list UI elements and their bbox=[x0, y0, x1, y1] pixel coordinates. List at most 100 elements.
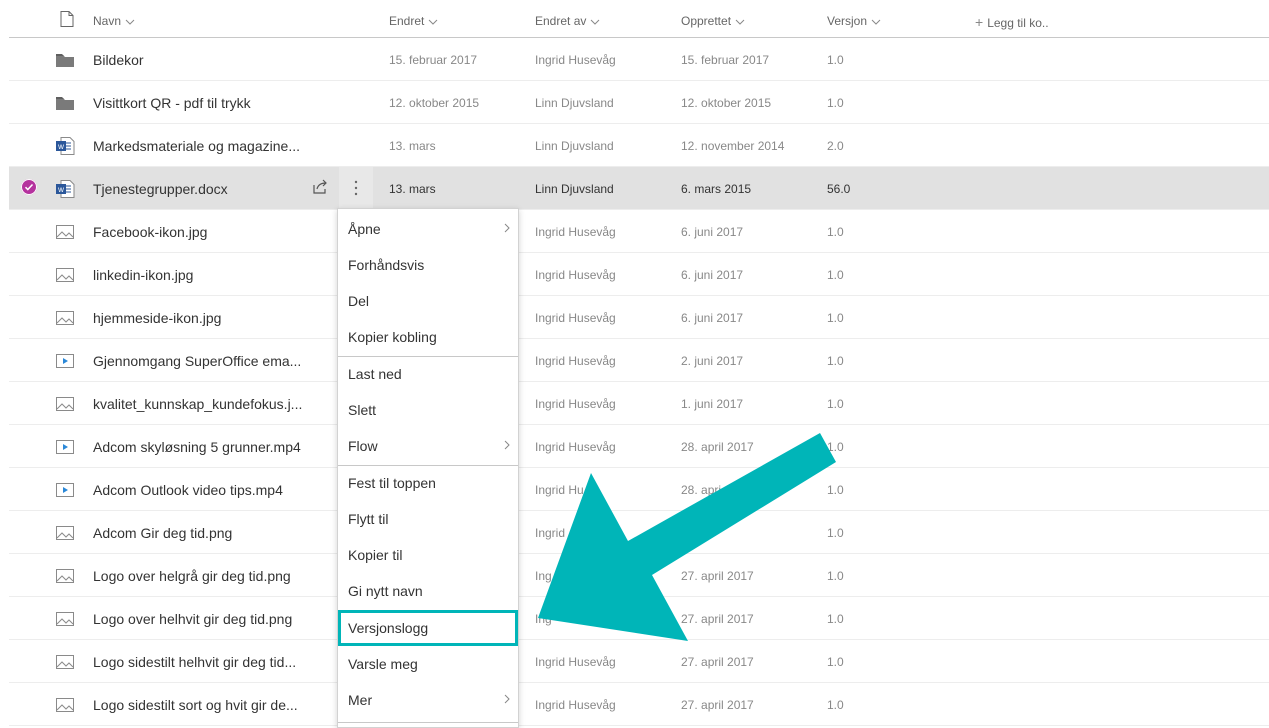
svg-text:w: w bbox=[57, 142, 64, 151]
file-name[interactable]: Logo sidestilt helhvit gir deg tid... bbox=[93, 654, 296, 670]
menu-item-last-ned[interactable]: Last ned bbox=[338, 356, 518, 392]
modified-by[interactable]: Ingrid Husevåg bbox=[535, 53, 616, 67]
menu-item-åpne[interactable]: Åpne bbox=[338, 211, 518, 247]
menu-item-label: Mer bbox=[348, 692, 373, 708]
version: 1.0 bbox=[827, 354, 844, 368]
menu-item-mer[interactable]: Mer bbox=[338, 682, 518, 718]
share-icon[interactable] bbox=[312, 179, 328, 195]
menu-item-del[interactable]: Del bbox=[338, 283, 518, 319]
menu-item-varsle-meg[interactable]: Varsle meg bbox=[338, 646, 518, 682]
word-doc-icon: w bbox=[55, 137, 75, 155]
plus-icon: + bbox=[975, 14, 984, 30]
column-modified[interactable]: Endret bbox=[389, 14, 438, 28]
file-name[interactable]: kvalitet_kunnskap_kundefokus.j... bbox=[93, 396, 302, 412]
menu-item-gi-nytt-navn[interactable]: Gi nytt navn bbox=[338, 573, 518, 609]
table-row[interactable]: Adcom skyløsning 5 grunner.mp4 Ingrid Hus… bbox=[9, 425, 1269, 468]
created-date: 27. april 2017 bbox=[681, 612, 754, 626]
menu-item-label: Flytt til bbox=[348, 511, 389, 527]
file-name[interactable]: Adcom Gir deg tid.png bbox=[93, 525, 232, 541]
created-date: 15. februar 2017 bbox=[681, 53, 770, 67]
file-name[interactable]: Bildekor bbox=[93, 52, 144, 68]
version: 1.0 bbox=[827, 225, 844, 239]
file-name[interactable]: Adcom Outlook video tips.mp4 bbox=[93, 482, 283, 498]
created-date: 2. juni 2017 bbox=[681, 354, 744, 368]
modified-by[interactable]: Linn Djuvsland bbox=[535, 96, 614, 110]
selected-checkmark-icon[interactable] bbox=[21, 179, 37, 195]
menu-item-kopier-til[interactable]: Kopier til bbox=[338, 537, 518, 573]
menu-item-forhåndsvis[interactable]: Forhåndsvis bbox=[338, 247, 518, 283]
created-date: 28. apri bbox=[681, 483, 722, 497]
menu-item-flow[interactable]: Flow bbox=[338, 428, 518, 464]
created-date: 6. juni 2017 bbox=[681, 268, 744, 282]
table-row[interactable]: w Markedsmateriale og magazine... 13. mars… bbox=[9, 124, 1269, 167]
add-column-label: Legg til ko.. bbox=[987, 16, 1049, 30]
file-name[interactable]: Visittkort QR - pdf til trykk bbox=[93, 95, 251, 111]
file-name[interactable]: Logo sidestilt sort og hvit gir de... bbox=[93, 697, 298, 713]
modified-by[interactable]: Ing bbox=[535, 612, 552, 626]
file-name[interactable]: Gjennomgang SuperOffice ema... bbox=[93, 353, 301, 369]
menu-item-label: Forhåndsvis bbox=[348, 257, 425, 273]
column-created[interactable]: Opprettet bbox=[681, 14, 745, 28]
menu-item-kopier-kobling[interactable]: Kopier kobling bbox=[338, 319, 518, 355]
more-vertical-icon bbox=[354, 180, 358, 196]
modified-by[interactable]: Ingrid Husevåg bbox=[535, 225, 616, 239]
image-icon bbox=[55, 610, 75, 628]
table-row[interactable]: linkedin-ikon.jpg Ingrid Husevåg 6. juni 2… bbox=[9, 253, 1269, 296]
image-icon bbox=[55, 524, 75, 542]
folder-icon bbox=[55, 51, 75, 69]
file-name[interactable]: Tjenestegrupper.docx bbox=[93, 181, 228, 197]
modified-date: 13. mars bbox=[389, 139, 436, 153]
modified-by[interactable]: Ingrid Husevåg bbox=[535, 354, 616, 368]
menu-item-fest-til-toppen[interactable]: Fest til toppen bbox=[338, 465, 518, 501]
menu-item-slett[interactable]: Slett bbox=[338, 392, 518, 428]
column-name[interactable]: Navn bbox=[93, 14, 135, 28]
file-name[interactable]: Facebook-ikon.jpg bbox=[93, 224, 207, 240]
menu-item-versjonslogg[interactable]: Versjonslogg bbox=[338, 610, 518, 646]
created-date: 1. juni 2017 bbox=[681, 397, 744, 411]
file-name[interactable]: Logo over helhvit gir deg tid.png bbox=[93, 611, 292, 627]
file-name[interactable]: Markedsmateriale og magazine... bbox=[93, 138, 300, 154]
file-name[interactable]: linkedin-ikon.jpg bbox=[93, 267, 193, 283]
table-row[interactable]: Logo sidestilt helhvit gir deg tid... Ing… bbox=[9, 640, 1269, 683]
file-name[interactable]: hjemmeside-ikon.jpg bbox=[93, 310, 221, 326]
modified-by[interactable]: Ingrid Husevåg bbox=[535, 397, 616, 411]
table-row[interactable]: Visittkort QR - pdf til trykk 12. oktober… bbox=[9, 81, 1269, 124]
modified-by[interactable]: Ingrid Husevåg bbox=[535, 698, 616, 712]
modified-by[interactable]: Ingrid Husevåg bbox=[535, 311, 616, 325]
modified-by[interactable]: Linn Djuvsland bbox=[535, 182, 614, 196]
table-row[interactable]: Bildekor 15. februar 2017 Ingrid Husevåg 15… bbox=[9, 38, 1269, 81]
column-modified-by[interactable]: Endret av bbox=[535, 14, 600, 28]
add-column-button[interactable]: + Legg til ko.. bbox=[975, 14, 1049, 30]
version: 1.0 bbox=[827, 526, 844, 540]
table-row[interactable]: Logo over helgrå gir deg tid.png Ing 27. a… bbox=[9, 554, 1269, 597]
more-actions-button[interactable] bbox=[339, 167, 373, 209]
modified-by[interactable]: Ingrid Husevåg bbox=[535, 268, 616, 282]
modified-by[interactable]: Linn Djuvsland bbox=[535, 139, 614, 153]
menu-item-flytt-til[interactable]: Flytt til bbox=[338, 501, 518, 537]
column-modified-by-label: Endret av bbox=[535, 14, 587, 28]
file-name[interactable]: Logo over helgrå gir deg tid.png bbox=[93, 568, 291, 584]
modified-by[interactable]: Ingrid bbox=[535, 526, 565, 540]
modified-by[interactable]: Ingrid Husevåg bbox=[535, 440, 616, 454]
modified-by[interactable]: Ing bbox=[535, 569, 552, 583]
image-icon bbox=[55, 223, 75, 241]
table-row[interactable]: kvalitet_kunnskap_kundefokus.j... Ingrid … bbox=[9, 382, 1269, 425]
table-row[interactable]: Facebook-ikon.jpg Ingrid Husevåg 6. juni 2… bbox=[9, 210, 1269, 253]
created-date: 27. april 2017 bbox=[681, 655, 754, 669]
file-type-icon[interactable] bbox=[60, 11, 74, 27]
table-row[interactable]: Adcom Gir deg tid.png Ingrid 2017 1.0 bbox=[9, 511, 1269, 554]
version: 1.0 bbox=[827, 655, 844, 669]
chevron-down-icon bbox=[871, 19, 881, 25]
column-version[interactable]: Versjon bbox=[827, 14, 881, 28]
table-row[interactable]: Gjennomgang SuperOffice ema... Ingrid Hus… bbox=[9, 339, 1269, 382]
menu-item-label: Gi nytt navn bbox=[348, 583, 423, 599]
table-row[interactable]: Logo over helhvit gir deg tid.png Ing 27. … bbox=[9, 597, 1269, 640]
table-row[interactable]: Adcom Outlook video tips.mp4 Ingrid Hu 28.… bbox=[9, 468, 1269, 511]
modified-by[interactable]: Ingrid Husevåg bbox=[535, 655, 616, 669]
file-name[interactable]: Adcom skyløsning 5 grunner.mp4 bbox=[93, 439, 301, 455]
version: 1.0 bbox=[827, 483, 844, 497]
table-row[interactable]: hjemmeside-ikon.jpg Ingrid Husevåg 6. juni… bbox=[9, 296, 1269, 339]
table-row[interactable]: w Tjenestegrupper.docx 13. mars Linn Djuvsl… bbox=[9, 167, 1269, 210]
modified-by[interactable]: Ingrid Hu bbox=[535, 483, 584, 497]
table-row[interactable]: Logo sidestilt sort og hvit gir de... Ing… bbox=[9, 683, 1269, 726]
